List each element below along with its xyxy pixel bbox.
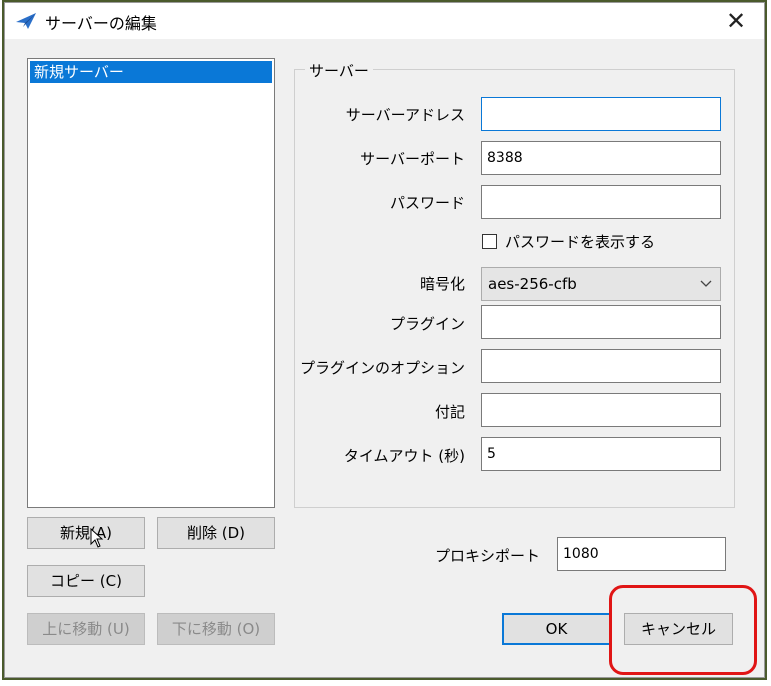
- list-item[interactable]: 新規サーバー: [30, 61, 272, 83]
- close-button[interactable]: ✕: [722, 7, 750, 35]
- title-bar: サーバーの編集 ✕: [5, 3, 764, 39]
- timeout-label: タイムアウト (秒): [343, 447, 465, 465]
- plugin-label: プラグイン: [389, 315, 465, 333]
- server-port-input[interactable]: [481, 141, 721, 175]
- move-down-button[interactable]: 下に移動 (O): [157, 613, 275, 645]
- proxy-port-label: プロキシポート: [434, 547, 540, 565]
- move-up-button[interactable]: 上に移動 (U): [27, 613, 145, 645]
- encryption-label: 暗号化: [419, 275, 465, 293]
- edit-servers-dialog: サーバーの編集 ✕ 新規サーバー 新規(A) 削除 (D) コピー (C) 上に…: [2, 0, 767, 680]
- window-title: サーバーの編集: [45, 14, 157, 33]
- copy-server-button[interactable]: コピー (C): [27, 565, 145, 597]
- close-icon: ✕: [725, 7, 747, 35]
- show-password-checkbox-row[interactable]: パスワードを表示する: [482, 231, 655, 251]
- server-list[interactable]: 新規サーバー: [27, 58, 275, 508]
- mouse-pointer-icon: [90, 528, 104, 548]
- groupbox-title: サーバー: [305, 60, 373, 81]
- plugin-options-label: プラグインのオプション: [299, 359, 465, 377]
- show-password-label: パスワードを表示する: [505, 233, 656, 251]
- cancel-button[interactable]: キャンセル: [624, 613, 733, 645]
- remarks-label: 付記: [434, 403, 465, 421]
- plugin-input[interactable]: [481, 305, 721, 339]
- encryption-selected-value: aes-256-cfb: [488, 275, 577, 293]
- proxy-port-input[interactable]: [557, 537, 726, 571]
- server-port-label: サーバーポート: [360, 150, 465, 168]
- plugin-options-input[interactable]: [481, 349, 721, 383]
- paper-plane-icon: [16, 13, 36, 29]
- password-input[interactable]: [481, 185, 721, 219]
- password-label: パスワード: [389, 194, 465, 212]
- delete-server-button[interactable]: 削除 (D): [157, 517, 275, 549]
- server-address-input[interactable]: [481, 97, 721, 131]
- remarks-input[interactable]: [481, 393, 721, 427]
- timeout-input[interactable]: [481, 437, 721, 471]
- new-server-button[interactable]: 新規(A): [27, 517, 145, 549]
- show-password-checkbox[interactable]: [482, 234, 497, 249]
- ok-button[interactable]: OK: [502, 613, 611, 645]
- encryption-select[interactable]: aes-256-cfb: [481, 267, 721, 301]
- server-address-label: サーバーアドレス: [345, 106, 465, 124]
